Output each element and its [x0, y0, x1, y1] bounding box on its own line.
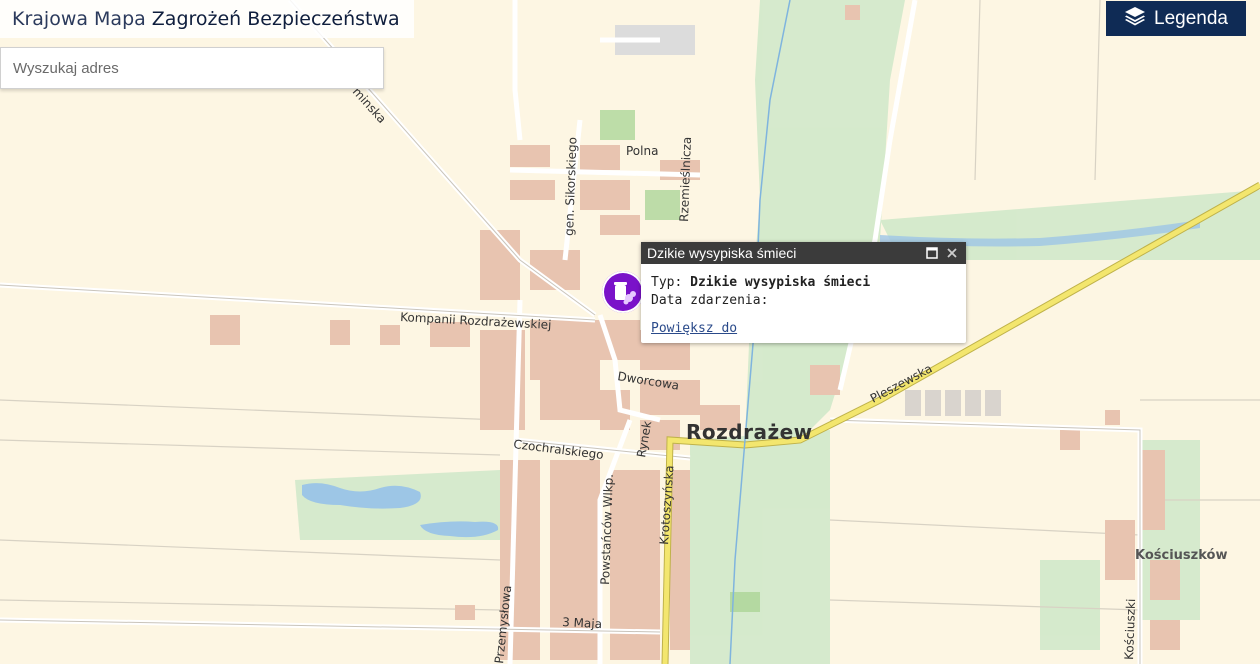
village-label: Kościuszków [1135, 548, 1227, 563]
maximize-icon[interactable] [924, 245, 940, 261]
search-input[interactable] [1, 48, 383, 88]
legend-label: Legenda [1154, 7, 1228, 29]
popup-title: Dzikie wysypiska śmieci [647, 245, 797, 261]
app-title: Krajowa Mapa Zagrożeń Bezpieczeństwa [0, 0, 414, 38]
app-title-light: Krajowa Mapa [12, 8, 146, 30]
legend-button[interactable]: Legenda [1106, 1, 1246, 36]
popup-type-value: Dzikie wysypiska śmieci [690, 275, 871, 290]
waste-dump-icon [602, 282, 644, 317]
popup-type-label: Typ: [651, 275, 683, 290]
popup-header: Dzikie wysypiska śmieci [641, 242, 966, 264]
popup-date-label: Data zdarzenia: [651, 293, 769, 308]
app-title-bold: Zagrożeń Bezpieczeństwa [151, 8, 400, 30]
map-canvas[interactable]: minska Polna gen. Sikorskiego Rzemieślni… [0, 0, 1260, 664]
street-label-polna: Polna [626, 144, 658, 158]
address-search[interactable] [0, 47, 384, 89]
popup-date-row: Data zdarzenia: [651, 292, 956, 310]
popup-type-row: Typ: Dzikie wysypiska śmieci [651, 274, 956, 292]
layers-icon [1124, 6, 1146, 32]
street-label-3-maja: 3 Maja [562, 615, 603, 631]
incident-popup: Dzikie wysypiska śmieci Typ: Dzikie wysy… [641, 242, 966, 343]
zoom-to-link[interactable]: Powiększ do [651, 320, 737, 338]
street-label-kosciuszki: Kościuszki [1122, 598, 1138, 660]
popup-body: Typ: Dzikie wysypiska śmieci Data zdarze… [641, 264, 966, 348]
street-label-rzemieslnicza: Rzemieślnicza [677, 136, 694, 222]
waste-dump-marker[interactable] [602, 271, 644, 313]
town-label: Rozdrażew [686, 420, 813, 444]
close-icon[interactable] [944, 245, 960, 261]
